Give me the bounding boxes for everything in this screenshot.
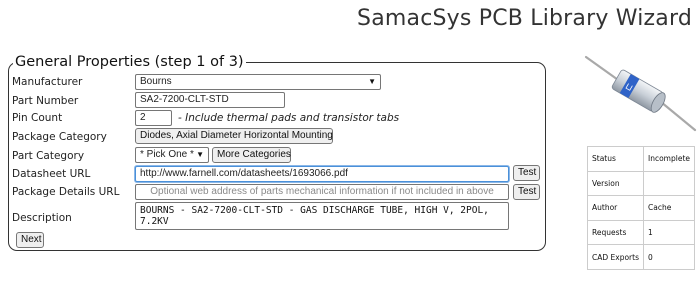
part-category-value: * Pick One * <box>140 149 194 160</box>
description-textarea[interactable]: BOURNS - SA2-7200-CLT-STD - GAS DISCHARG… <box>135 202 509 230</box>
author-key: Author <box>587 195 644 221</box>
requests-value: 1 <box>643 219 695 246</box>
form-legend: General Properties (step 1 of 3) <box>15 54 244 70</box>
datasheet-url-input[interactable]: http://www.farnell.com/datasheets/169306… <box>135 166 509 182</box>
package-category-label: Package Category <box>12 131 107 143</box>
package-details-url-label: Package Details URL <box>12 186 120 198</box>
requests-key: Requests <box>587 219 644 246</box>
part-category-select[interactable]: * Pick One * ▼ <box>135 147 209 163</box>
package-category-button[interactable]: Diodes, Axial Diameter Horizontal Mounti… <box>135 128 333 144</box>
author-value: Cache <box>643 195 695 221</box>
manufacturer-value: Bourns <box>140 76 172 87</box>
next-button[interactable]: Next <box>16 232 44 248</box>
version-value <box>643 170 695 197</box>
pin-count-input[interactable]: 2 <box>135 110 172 126</box>
status-row: CAD Exports 0 <box>587 244 695 270</box>
pin-count-hint: - Include thermal pads and transistor ta… <box>178 112 400 124</box>
status-row: Author Cache <box>587 195 695 221</box>
part-number-input[interactable]: SA2-7200-CLT-STD <box>135 92 285 108</box>
pin-count-label: Pin Count <box>12 112 63 124</box>
status-table: Status Incomplete Version Author Cache R… <box>587 146 695 270</box>
more-categories-button[interactable]: More Categories <box>212 147 291 163</box>
datasheet-url-label: Datasheet URL <box>12 168 91 180</box>
description-label: Description <box>12 212 72 224</box>
status-row: Requests 1 <box>587 219 695 246</box>
chevron-down-icon: ▼ <box>368 77 376 86</box>
manufacturer-select[interactable]: Bourns ▼ <box>135 74 381 90</box>
lead-left <box>584 55 623 84</box>
gas-discharge-tube-image: ⊔ <box>584 55 697 132</box>
part-category-label: Part Category <box>12 150 85 162</box>
status-row: Version <box>587 170 695 197</box>
manufacturer-label: Manufacturer <box>12 76 83 88</box>
cad-exports-value: 0 <box>643 244 695 270</box>
package-details-url-input[interactable]: Optional web address of parts mechanical… <box>135 184 509 200</box>
part-number-label: Part Number <box>12 95 79 107</box>
package-details-test-button[interactable]: Test <box>513 184 540 200</box>
chevron-down-icon: ▼ <box>196 150 204 159</box>
app-title: SamacSys PCB Library Wizard <box>357 6 692 31</box>
status-row: Status Incomplete <box>587 146 695 172</box>
version-key: Version <box>587 170 644 197</box>
status-key: Status <box>587 146 644 172</box>
status-value: Incomplete <box>643 146 695 172</box>
cad-exports-key: CAD Exports <box>587 244 644 270</box>
datasheet-test-button[interactable]: Test <box>513 165 540 181</box>
